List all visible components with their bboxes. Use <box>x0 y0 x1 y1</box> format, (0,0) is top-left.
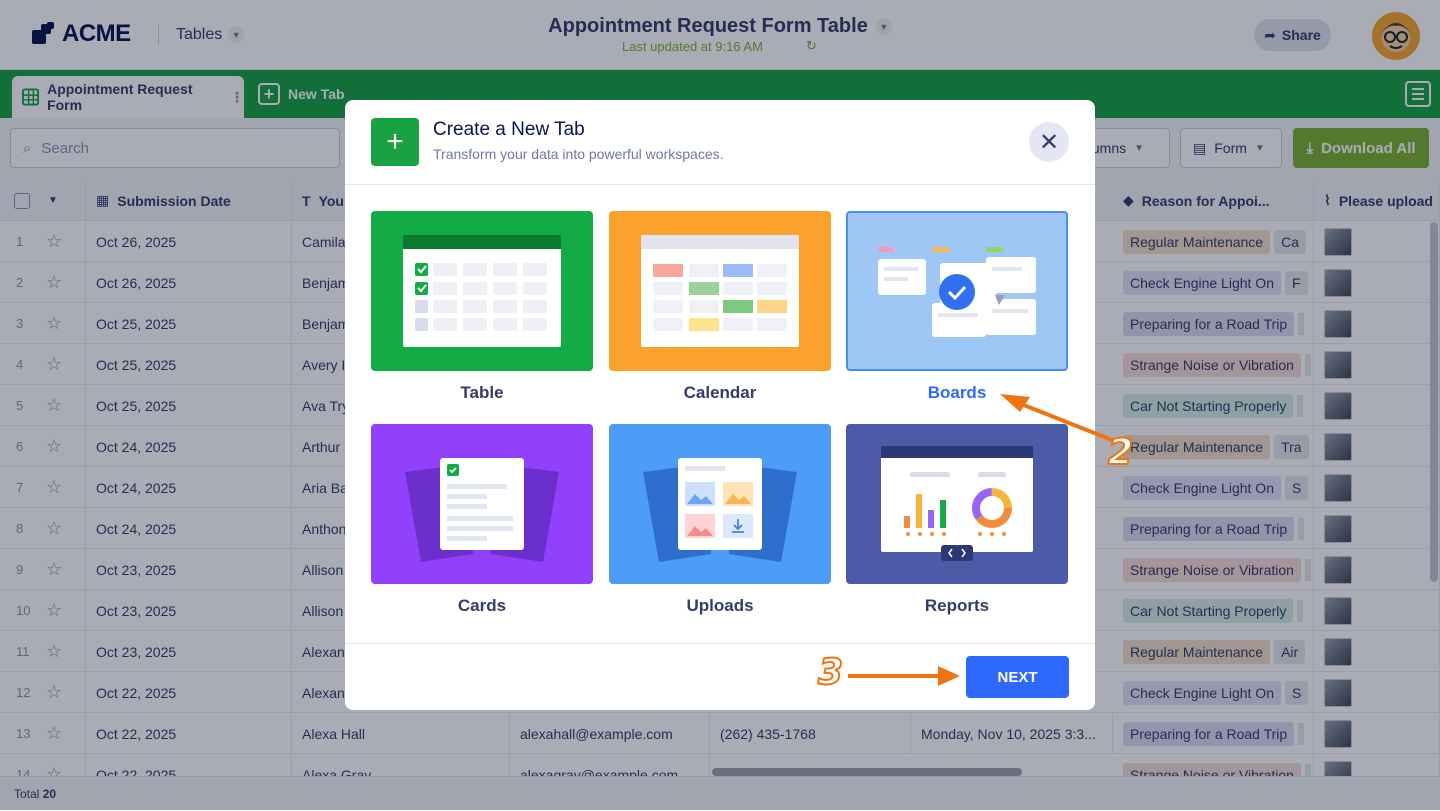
annotation-arrows <box>848 394 1113 686</box>
annotation-step-2: 2 <box>1107 431 1134 474</box>
arrow-head-icon <box>938 666 960 686</box>
annotation-step-3: 3 <box>817 651 844 694</box>
arrow-head-icon <box>1000 394 1030 412</box>
annotation-arrow-2 <box>1015 400 1113 442</box>
